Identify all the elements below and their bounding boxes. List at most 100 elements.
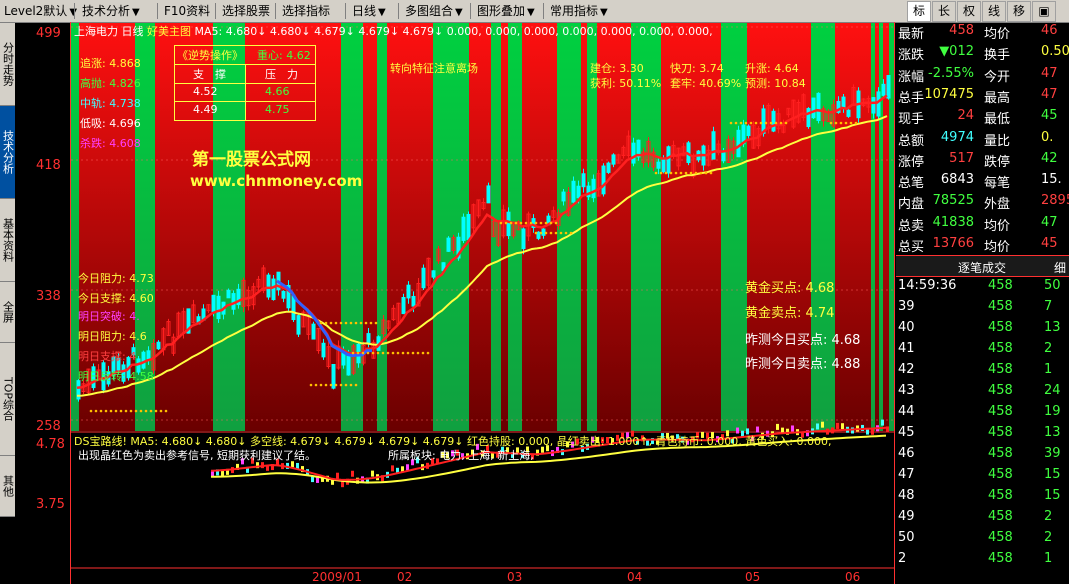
tab-intraday[interactable]: 分时走势	[0, 23, 15, 106]
candle-body	[321, 342, 326, 358]
support-dot	[364, 321, 368, 325]
support-dot	[539, 231, 543, 235]
annot-build: 建仓: 3.30	[590, 62, 644, 75]
quote-label: 总买	[898, 240, 925, 255]
support-dot	[104, 409, 108, 413]
quote-value: 0.	[1041, 129, 1054, 145]
quote-value: 41838	[932, 214, 974, 230]
quote-value: 458	[949, 23, 974, 38]
tick-row: 41 458 2	[896, 341, 1069, 360]
support-dot	[829, 121, 833, 125]
support-dot	[699, 171, 703, 175]
x-label: 02	[397, 570, 413, 584]
menu-multi-chart[interactable]: 多图组合 ▼	[401, 0, 463, 22]
watermark-cn: 第一股票公式网	[192, 150, 311, 170]
candle-body	[156, 341, 161, 350]
menu-f10[interactable]: F10资料	[160, 0, 210, 22]
tick-price: 458	[988, 404, 1013, 419]
tab-fundamentals[interactable]: 基本资料	[0, 199, 15, 282]
quote-label: 跌停	[984, 154, 1011, 170]
support-dot	[354, 321, 358, 325]
sub-candle	[776, 423, 779, 430]
tick-price: 458	[988, 299, 1013, 314]
support-dot	[349, 321, 353, 325]
support-dot	[329, 321, 333, 325]
tick-row: 45 458 13	[896, 425, 1069, 444]
x-label: 05	[745, 570, 761, 584]
quote-label: 内盘	[898, 197, 925, 213]
tab-other[interactable]: 其他	[0, 456, 15, 517]
level-tmr-res: 明日阻力: 4.6	[78, 330, 147, 343]
menu-select-stock[interactable]: 选择股票	[218, 0, 270, 22]
chart-title: 上海电力 日线 好美主图 MA5: 4.680↓ 4.680↓ 4.679↓ 4…	[74, 25, 713, 38]
support-dot	[764, 121, 768, 125]
tab-biao[interactable]: 标	[907, 1, 931, 22]
gold-buy: 黄金买点: 4.68	[745, 281, 835, 296]
annot-tao: 套牢: 40.69%	[670, 77, 742, 90]
tab-technical[interactable]: 技术分析	[0, 106, 15, 199]
support-dot	[769, 121, 773, 125]
tick-volume: 19	[1044, 404, 1061, 419]
support-dot	[381, 351, 385, 355]
label-high-sell: 高抛: 4.826	[80, 77, 141, 90]
support-dot	[679, 171, 683, 175]
tick-price: 458	[988, 362, 1013, 377]
support-dot	[709, 171, 713, 175]
restore-button[interactable]: ▣	[1032, 1, 1056, 22]
candle-body	[611, 154, 616, 165]
tab-top[interactable]: TOP综合	[0, 343, 15, 456]
tick-volume: 50	[1044, 278, 1061, 293]
candle-body	[631, 142, 636, 164]
box-pressure-header: 压 力	[265, 68, 298, 81]
menu-common-indicators[interactable]: 常用指标 ▼	[546, 0, 608, 22]
watermark-url: www.chnmoney.com	[190, 172, 363, 190]
quote-label: 今开	[984, 69, 1011, 85]
tick-price: 458	[988, 278, 1013, 293]
sub-y-label: 3.75	[36, 497, 65, 512]
support-dot	[109, 409, 113, 413]
support-dot	[849, 121, 853, 125]
support-dot	[354, 383, 358, 387]
candle-body	[421, 267, 426, 289]
tab-yi[interactable]: 移	[1007, 1, 1031, 22]
menu-daily[interactable]: 日线 ▼	[348, 0, 386, 22]
candle-body	[746, 125, 751, 137]
quote-label: 现手	[898, 112, 925, 128]
support-dot	[339, 321, 343, 325]
menu-select-indicator[interactable]: 选择指标	[278, 0, 330, 22]
menu-level2[interactable]: Level2默认▼	[0, 0, 77, 22]
candle-body	[521, 228, 526, 250]
support-dot	[406, 351, 410, 355]
support-dot	[319, 321, 323, 325]
tab-quan[interactable]: 权	[957, 1, 981, 22]
support-dot	[124, 409, 128, 413]
candle-body	[871, 97, 876, 114]
tab-chang[interactable]: 长	[932, 1, 956, 22]
candle-body	[211, 294, 216, 313]
support-dot	[129, 409, 133, 413]
support-dot	[784, 121, 788, 125]
label-kill: 杀跌: 4.608	[80, 137, 141, 150]
quote-row: 总额 4974 量比 0.	[896, 130, 1069, 150]
tab-fullscreen[interactable]: 全屏	[0, 282, 15, 343]
candle-body	[571, 180, 576, 203]
sub-candle	[406, 464, 409, 471]
tick-volume: 1	[1044, 551, 1053, 566]
quote-value: 46	[1041, 23, 1058, 38]
support-dot	[834, 121, 838, 125]
x-label: 2009/01	[312, 570, 362, 584]
menu-overlay[interactable]: 图形叠加 ▼	[473, 0, 535, 22]
quote-value: 42	[1041, 150, 1058, 166]
support-dot	[416, 351, 420, 355]
support-dot	[654, 171, 658, 175]
menu-bar: Level2默认▼ 技术分析▼ F10资料 选择股票 选择指标 日线▼ 多图组合…	[0, 0, 1069, 23]
support-dot	[504, 221, 508, 225]
annot-szh: 升涨: 4.64	[745, 62, 799, 75]
tab-xian[interactable]: 线	[982, 1, 1006, 22]
menu-separator	[398, 3, 399, 19]
candle-body	[366, 333, 371, 344]
ticks-detail-tab[interactable]: 细	[1054, 259, 1066, 276]
support-dot	[94, 409, 98, 413]
menu-tech-analysis[interactable]: 技术分析 ▼	[78, 0, 140, 22]
support-dot	[421, 351, 425, 355]
